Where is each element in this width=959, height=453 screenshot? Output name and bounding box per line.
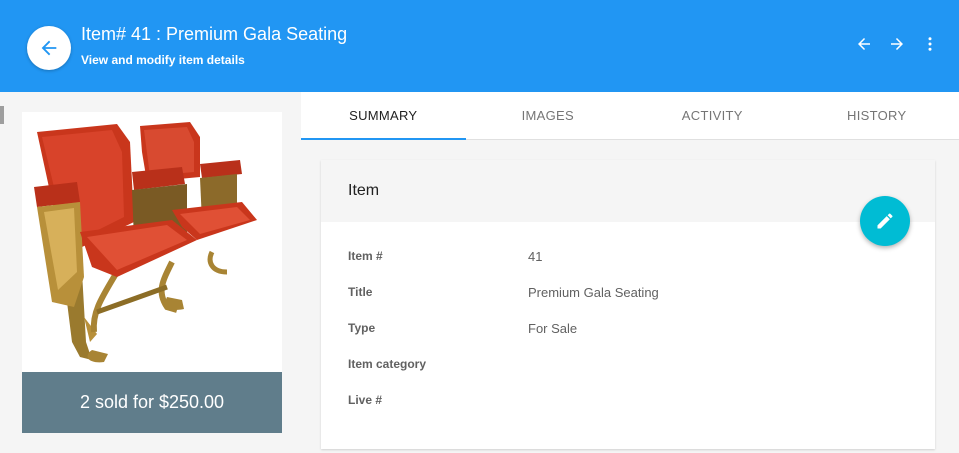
- edit-button[interactable]: [860, 196, 910, 246]
- back-button[interactable]: [27, 26, 71, 70]
- card-header: Item: [321, 160, 935, 222]
- arrow-left-icon: [41, 40, 57, 56]
- item-category-label: Item category: [348, 357, 427, 371]
- tab-summary[interactable]: SUMMARY: [301, 92, 466, 140]
- more-menu-button[interactable]: [920, 34, 940, 54]
- scroll-edge: [0, 106, 4, 124]
- page-title: Item# 41 : Premium Gala Seating: [81, 24, 348, 44]
- item-card: Item: [321, 160, 935, 449]
- arrow-right-icon: [891, 38, 903, 50]
- pencil-icon: [877, 213, 893, 229]
- sold-price-banner: 2 sold for $250.00: [22, 372, 282, 433]
- item-number-label: Item #: [348, 249, 383, 263]
- title-value: Premium Gala Seating: [528, 285, 659, 300]
- arrow-left-icon: [858, 38, 870, 50]
- tab-activity[interactable]: ACTIVITY: [630, 92, 795, 139]
- card-title: Item: [348, 182, 380, 199]
- type-value: For Sale: [528, 321, 578, 336]
- previous-item-button[interactable]: [854, 34, 874, 54]
- type-label: Type: [348, 321, 376, 335]
- next-item-button[interactable]: [887, 34, 907, 54]
- item-number-value: 41: [528, 249, 543, 264]
- tab-history[interactable]: HISTORY: [795, 92, 959, 139]
- app-header: Item# 41 : Premium Gala Seating View and…: [0, 0, 959, 92]
- item-image-card[interactable]: [22, 112, 282, 372]
- title-label: Title: [348, 285, 373, 299]
- page-subtitle: View and modify item details: [81, 53, 245, 67]
- tab-images[interactable]: IMAGES: [466, 92, 631, 139]
- more-vertical-icon: [928, 37, 932, 51]
- live-number-label: Live #: [348, 393, 383, 407]
- tab-bar: SUMMARY IMAGES ACTIVITY HISTORY: [301, 92, 959, 140]
- theater-seats-image: [34, 122, 257, 363]
